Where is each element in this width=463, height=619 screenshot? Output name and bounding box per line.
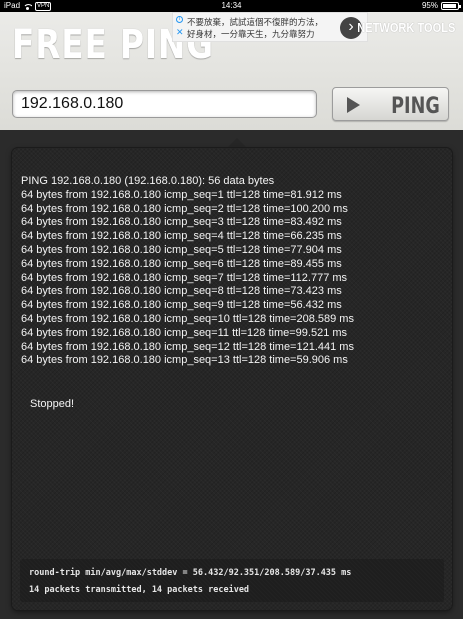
host-input[interactable] [12,90,317,118]
log-line: 64 bytes from 192.168.0.180 icmp_seq=3 t… [21,216,342,229]
battery-fill [443,4,457,8]
log-line: 64 bytes from 192.168.0.180 icmp_seq=9 t… [21,299,342,312]
ad-info-icon[interactable]: i [176,16,183,23]
log-line: 64 bytes from 192.168.0.180 icmp_seq=1 t… [21,188,342,201]
log-line: 64 bytes from 192.168.0.180 icmp_seq=6 t… [21,257,342,270]
packet-statistics: 14 packets transmitted, 14 packets recei… [29,585,250,595]
ad-close-icon[interactable]: ✕ [176,28,184,37]
log-line: PING 192.168.0.180 (192.168.0.180): 56 d… [21,175,275,187]
log-line: 64 bytes from 192.168.0.180 icmp_seq=2 t… [21,202,348,215]
status-bar: iPad VPN 14:34 95% [0,0,463,12]
play-icon [347,97,360,113]
ping-button[interactable]: PING [332,87,449,121]
log-line: 64 bytes from 192.168.0.180 icmp_seq=13 … [21,354,348,367]
battery-percent: 95% [421,1,438,10]
log-line: 64 bytes from 192.168.0.180 icmp_seq=10 … [21,312,354,325]
statistics-box: round-trip min/avg/max/stddev = 56.432/9… [20,559,444,602]
ping-log: PING 192.168.0.180 (192.168.0.180): 56 d… [21,175,446,368]
log-line: 64 bytes from 192.168.0.180 icmp_seq=7 t… [21,271,348,284]
rtt-statistics: round-trip min/avg/max/stddev = 56.432/9… [29,568,352,578]
ad-banner[interactable]: i ✕ 不要放棄，試試這個不復胖的方法， 好身材，一分靠天生，九分靠努力 › [172,12,368,42]
ping-button-label: PING [391,94,440,119]
battery-tip [459,5,461,8]
log-line: 64 bytes from 192.168.0.180 icmp_seq=8 t… [21,285,342,298]
battery-icon [441,2,461,10]
ad-line-2: 好身材，一分靠天生，九分靠努力 [187,29,315,39]
app-header: FREE PING i ✕ 不要放棄，試試這個不復胖的方法， 好身材，一分靠天生… [0,12,463,130]
log-line: 64 bytes from 192.168.0.180 icmp_seq=5 t… [21,243,342,256]
log-line: 64 bytes from 192.168.0.180 icmp_seq=4 t… [21,230,342,243]
ad-line-1: 不要放棄，試試這個不復胖的方法， [187,17,324,27]
status-right: 95% [421,0,461,12]
log-line: 64 bytes from 192.168.0.180 icmp_seq=12 … [21,340,354,353]
ping-output-panel[interactable]: PING 192.168.0.180 (192.168.0.180): 56 d… [12,148,452,610]
ad-text[interactable]: 不要放棄，試試這個不復胖的方法， 好身材，一分靠天生，九分靠努力 [187,16,323,40]
network-tools-link[interactable]: NETWORK TOOLS [357,20,455,35]
log-line: 64 bytes from 192.168.0.180 icmp_seq=11 … [21,326,348,339]
stopped-message: Stopped! [30,398,75,410]
clock: 14:34 [221,1,242,10]
